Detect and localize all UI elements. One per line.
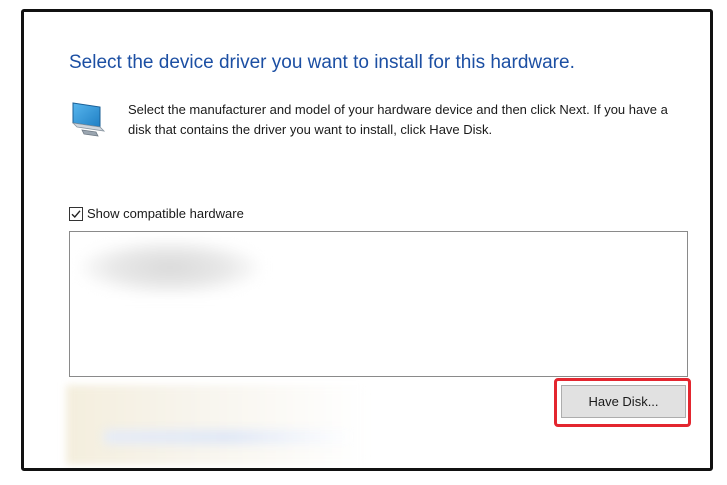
checkbox-checked-icon[interactable] bbox=[69, 206, 83, 221]
blurred-text bbox=[104, 430, 354, 444]
dialog-heading: Select the device driver you want to ins… bbox=[69, 52, 575, 73]
show-compatible-hardware-checkbox[interactable]: Show compatible hardware bbox=[69, 206, 244, 221]
monitor-icon bbox=[70, 99, 110, 139]
model-list[interactable] bbox=[69, 231, 688, 377]
blurred-region bbox=[66, 385, 366, 465]
instructions-text: Select the manufacturer and model of you… bbox=[128, 102, 668, 137]
show-compatible-hardware-label: Show compatible hardware bbox=[87, 206, 244, 221]
dialog-frame: Select the device driver you want to ins… bbox=[21, 9, 713, 471]
have-disk-button[interactable]: Have Disk... bbox=[561, 385, 686, 418]
list-item[interactable] bbox=[80, 240, 260, 295]
